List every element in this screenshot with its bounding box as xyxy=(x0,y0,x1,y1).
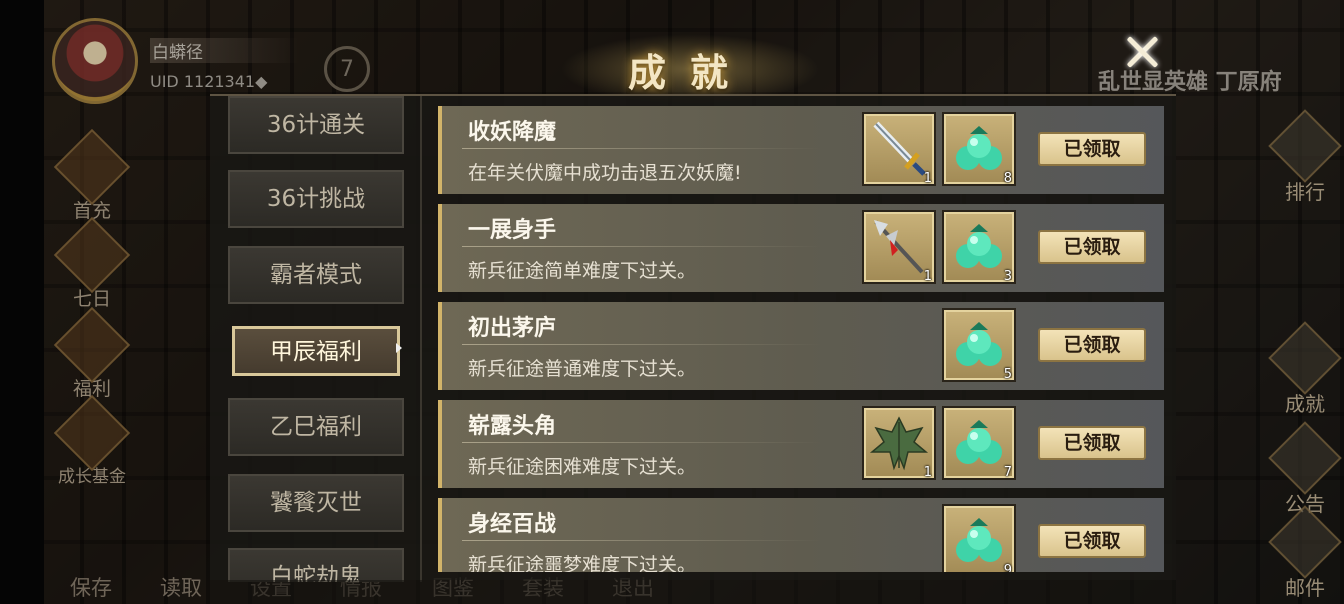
tab-jiachen-welfare[interactable]: 甲辰福利 xyxy=(232,326,400,376)
achievement-row: 一展身手 新兵征途简单难度下过关。 1 3 已领取 xyxy=(438,204,1164,292)
achievement-list[interactable]: 收妖降魔 在年关伏魔中成功击退五次妖魔! 1 8 已领取 一展身手 新兵征途简单… xyxy=(438,106,1164,572)
gold-pile-icon xyxy=(53,394,131,472)
divider xyxy=(462,148,822,149)
achievement-title: 收妖降魔 xyxy=(468,120,557,145)
jade-orb-icon xyxy=(956,224,1002,268)
gift-icon xyxy=(53,306,131,384)
achievement-title: 身经百战 xyxy=(468,512,557,537)
achievement-row: 收妖降魔 在年关伏魔中成功击退五次妖魔! 1 8 已领取 xyxy=(438,106,1164,194)
achievement-desc: 新兵征途普通难度下过关。 xyxy=(468,358,697,380)
panel-title: 成就 xyxy=(627,50,752,95)
reward-count: 8 xyxy=(1003,171,1012,186)
halberd-icon xyxy=(874,220,924,274)
jade-icon xyxy=(1268,321,1342,395)
screen-edge xyxy=(0,0,44,604)
achievement-desc: 新兵征途噩梦难度下过关。 xyxy=(468,554,697,572)
reward-slot[interactable]: 8 xyxy=(942,112,1016,186)
tab-taotie[interactable]: 饕餮灭世 xyxy=(228,474,404,532)
tab-yisi-welfare[interactable]: 乙巳福利 xyxy=(228,398,404,456)
tab-list[interactable]: 36计通关 36计挑战 霸者模式 甲辰福利 乙巳福利 饕餮灭世 白蛇劫鬼 xyxy=(226,96,406,582)
jade-orb-icon xyxy=(956,420,1002,464)
menu-achievements[interactable]: 成就 xyxy=(1268,321,1342,417)
achievement-desc: 新兵征途简单难度下过关。 xyxy=(468,260,697,282)
mail-icon xyxy=(1268,505,1342,579)
bottom-save[interactable]: 保存 xyxy=(70,572,112,602)
treasure-icon xyxy=(53,128,131,206)
scroll-icon xyxy=(53,216,131,294)
menu-ranking[interactable]: 排行 xyxy=(1268,109,1342,205)
player-name: 白蟒径 xyxy=(150,38,300,63)
reward-slot[interactable]: 5 xyxy=(942,308,1016,382)
tab-white-snake[interactable]: 白蛇劫鬼 xyxy=(228,548,404,582)
horn-icon xyxy=(1268,421,1342,495)
reward-count: 9 xyxy=(1003,563,1012,572)
reward-slot[interactable]: 7 xyxy=(942,406,1016,480)
achievement-desc: 新兵征途困难难度下过关。 xyxy=(468,456,697,478)
achievement-desc: 在年关伏魔中成功击退五次妖魔! xyxy=(468,162,742,184)
jade-orb-icon xyxy=(956,322,1002,366)
menu-label: 邮件 xyxy=(1285,576,1325,600)
game-screen: 白蟒径 UID 1121341◆ 7 首充 七日 福利 成长基金 保存 读取 设… xyxy=(0,0,1344,604)
reward-slot[interactable]: 1 xyxy=(862,406,936,480)
tab-overlord-mode[interactable]: 霸者模式 xyxy=(228,246,404,304)
reward-count: 1 xyxy=(923,171,932,186)
reward-slot[interactable]: 1 xyxy=(862,210,936,284)
player-avatar[interactable] xyxy=(52,18,138,104)
active-tab-arrow-icon xyxy=(396,343,402,353)
divider xyxy=(462,246,822,247)
level-badge: 7 xyxy=(324,46,370,92)
divider xyxy=(462,344,822,345)
reward-count: 5 xyxy=(1003,367,1012,382)
leaf-icon xyxy=(869,416,929,471)
claimed-button[interactable]: 已领取 xyxy=(1038,328,1146,362)
menu-first-recharge[interactable]: 首充 xyxy=(52,128,132,223)
reward-slot[interactable]: 9 xyxy=(942,504,1016,572)
reward-count: 3 xyxy=(1003,269,1012,284)
jade-orb-icon xyxy=(956,126,1002,170)
reward-count: 1 xyxy=(923,269,932,284)
menu-label: 排行 xyxy=(1285,180,1325,204)
achievement-panel: 36计通关 36计挑战 霸者模式 甲辰福利 乙巳福利 饕餮灭世 白蛇劫鬼 收妖降… xyxy=(210,94,1176,582)
claimed-button[interactable]: 已领取 xyxy=(1038,132,1146,166)
menu-welfare[interactable]: 福利 xyxy=(52,306,132,401)
close-button[interactable] xyxy=(1120,30,1164,74)
ranking-icon xyxy=(1268,109,1342,183)
menu-growth-fund[interactable]: 成长基金 xyxy=(52,394,132,487)
bottom-load[interactable]: 读取 xyxy=(160,572,202,602)
player-uid: UID 1121341◆ xyxy=(150,72,268,91)
claimed-button[interactable]: 已领取 xyxy=(1038,426,1146,460)
reward-slot[interactable]: 1 xyxy=(862,112,936,186)
claimed-button[interactable]: 已领取 xyxy=(1038,230,1146,264)
panel-divider xyxy=(420,96,422,582)
achievement-row: 身经百战 新兵征途噩梦难度下过关。 9 已领取 xyxy=(438,498,1164,572)
menu-mail[interactable]: 邮件 xyxy=(1268,505,1342,601)
achievement-title: 初出茅庐 xyxy=(468,316,557,341)
divider xyxy=(462,442,822,443)
divider xyxy=(462,540,822,541)
tab-36-strategies-clear[interactable]: 36计通关 xyxy=(228,96,404,154)
reward-slot[interactable]: 3 xyxy=(942,210,1016,284)
reward-count: 7 xyxy=(1003,465,1012,480)
menu-label: 成就 xyxy=(1285,392,1325,416)
sword-icon xyxy=(873,121,926,176)
menu-seven-days[interactable]: 七日 xyxy=(52,216,132,311)
tab-36-strategies-challenge[interactable]: 36计挑战 xyxy=(228,170,404,228)
reward-count: 1 xyxy=(923,465,932,480)
achievement-row: 崭露头角 新兵征途困难难度下过关。 1 7 已领取 xyxy=(438,400,1164,488)
achievement-title: 一展身手 xyxy=(468,218,557,243)
achievement-row: 初出茅庐 新兵征途普通难度下过关。 5 已领取 xyxy=(438,302,1164,390)
jade-orb-icon xyxy=(956,518,1002,562)
achievement-title: 崭露头角 xyxy=(468,414,557,439)
claimed-button[interactable]: 已领取 xyxy=(1038,524,1146,558)
panel-bottom-edge xyxy=(210,580,1176,604)
